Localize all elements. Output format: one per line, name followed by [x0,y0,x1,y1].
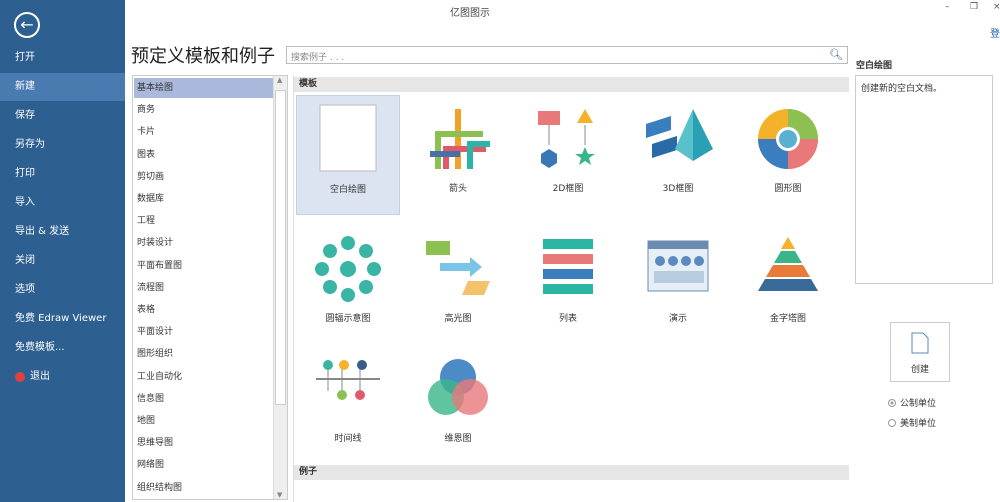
template-label: 列表 [558,314,577,324]
scroll-down-icon[interactable]: ▼ [277,491,282,499]
sidebar-item-save-as[interactable]: 另存为 [0,131,125,159]
template-tile[interactable]: 高光图 [406,225,510,345]
category-item[interactable]: 流程图 [134,278,274,298]
template-tile[interactable]: 圆辐示意图 [296,225,400,345]
timeline-icon [316,360,380,400]
category-item[interactable]: 时装设计 [134,233,274,253]
arrows-icon [430,109,490,169]
category-item[interactable]: 卡片 [134,122,274,142]
us-units-radio[interactable]: 美制单位 [888,416,936,429]
category-item[interactable]: 工程 [134,211,274,231]
new-document-icon [911,332,929,354]
create-button[interactable]: 创建 [890,322,950,382]
preview-title: 空白绘图 [856,61,893,71]
login-link[interactable]: 登 [990,25,1000,40]
template-tile[interactable]: 箭头 [406,95,510,215]
radial-icon [315,236,381,302]
category-item[interactable]: 数据库 [134,189,274,209]
restore-button[interactable]: ❐ [970,2,978,12]
category-item[interactable]: 商务 [134,100,274,120]
category-item[interactable]: 地图 [134,411,274,431]
search-icon[interactable]: 🔍︎ [829,48,843,61]
presentation-icon [647,240,709,292]
metric-units-label: 公制单位 [900,399,937,409]
template-tile[interactable]: 时间线 [296,345,400,465]
sidebar-item-open[interactable]: 打开 [0,44,125,72]
category-scrollbar[interactable]: ▲ ▼ [273,76,287,499]
sidebar-item-import[interactable]: 导入 [0,189,125,217]
template-tile[interactable]: 金字塔图 [736,225,840,345]
template-label: 箭头 [448,184,467,194]
exit-label: 退出 [30,371,50,382]
minimize-button[interactable]: – [945,2,950,12]
metric-units-radio[interactable]: 公制单位 [888,396,936,409]
template-gallery: 模板 空白绘图 箭头 2D框图 3D框图 圆形图圆辐示意图 高光图 列表 演示 金字塔图时间线 维… [293,75,849,502]
sidebar-item-new[interactable]: 新建 [0,73,125,101]
close-button[interactable]: × [993,2,1000,12]
template-label: 时间线 [334,434,362,444]
search-placeholder: 搜索例子 . . . [291,53,345,63]
category-item[interactable]: 图形组织 [134,344,274,364]
us-units-label: 美制单位 [900,419,937,429]
template-tile[interactable]: 3D框图 [626,95,730,215]
sidebar-item-export[interactable]: 导出 & 发送 [0,218,125,246]
category-item[interactable]: 网络图 [134,455,274,475]
blank-page-icon [319,104,377,172]
category-item[interactable]: 平面设计 [134,322,274,342]
backstage-sidebar: ← 打开 新建 保存 另存为 打印 导入 导出 & 发送 关闭 选项 免费 Ed… [0,0,125,502]
search-input[interactable]: 搜索例子 . . . 🔍︎ [286,46,848,64]
category-list: 基本绘图 商务 卡片图表 剪切画 数据库 工程 时装设计平面布置图 流程图 表格 平面设计 图形组织… [132,75,288,500]
3d-block-icon [646,109,713,161]
category-item[interactable]: 图表 [134,145,274,165]
category-item[interactable]: 工业自动化 [134,367,274,387]
sidebar-item-free-templates[interactable]: 免费模板... [0,334,125,362]
template-tile[interactable]: 2D框图 [516,95,620,215]
sidebar-item-save[interactable]: 保存 [0,102,125,130]
category-item[interactable]: 组织结构图 [134,478,274,498]
list-icon [543,239,593,294]
template-label: 演示 [668,314,687,324]
back-arrow-icon[interactable]: ← [14,12,40,38]
window-title: 亿图图示 [450,8,490,19]
template-label: 圆形图 [774,184,802,194]
sidebar-item-print[interactable]: 打印 [0,160,125,188]
template-tile[interactable]: 演示 [626,225,730,345]
template-label: 2D框图 [552,184,584,194]
category-item[interactable]: 信息图 [134,389,274,409]
category-item[interactable]: 基本绘图 [134,78,274,98]
template-label: 3D框图 [662,184,694,194]
create-label: 创建 [910,365,929,375]
scroll-up-icon[interactable]: ▲ [277,76,282,84]
template-tile[interactable]: 空白绘图 [296,95,400,215]
preview-description: 创建新的空白文档。 [855,75,993,284]
template-label: 空白绘图 [329,185,366,195]
template-tile[interactable]: 列表 [516,225,620,345]
highlight-icon [426,241,490,295]
exit-icon [15,372,25,382]
sidebar-item-close[interactable]: 关闭 [0,247,125,275]
template-tile[interactable]: 圆形图 [736,95,840,215]
circle-chart-icon [758,109,818,169]
venn-icon [428,359,488,415]
sidebar-item-exit[interactable]: 退出 [0,363,125,391]
template-label: 维恩图 [444,434,472,444]
template-label: 高光图 [444,314,472,324]
sidebar-item-options[interactable]: 选项 [0,276,125,304]
2d-block-icon [538,109,595,168]
template-label: 金字塔图 [769,314,806,324]
templates-header: 模板 [294,77,849,92]
category-item[interactable]: 剪切画 [134,167,274,187]
scrollbar-thumb[interactable] [275,90,286,405]
page-title: 预定义模板和例子 [131,46,275,67]
category-item[interactable]: 平面布置图 [134,256,274,276]
examples-header: 例子 [294,465,849,480]
category-item[interactable]: 思维导图 [134,433,274,453]
template-label: 圆辐示意图 [325,314,371,324]
template-tile[interactable]: 维恩图 [406,345,510,465]
category-item[interactable]: 表格 [134,300,274,320]
sidebar-item-viewer[interactable]: 免费 Edraw Viewer [0,305,125,333]
pyramid-icon [758,237,818,291]
